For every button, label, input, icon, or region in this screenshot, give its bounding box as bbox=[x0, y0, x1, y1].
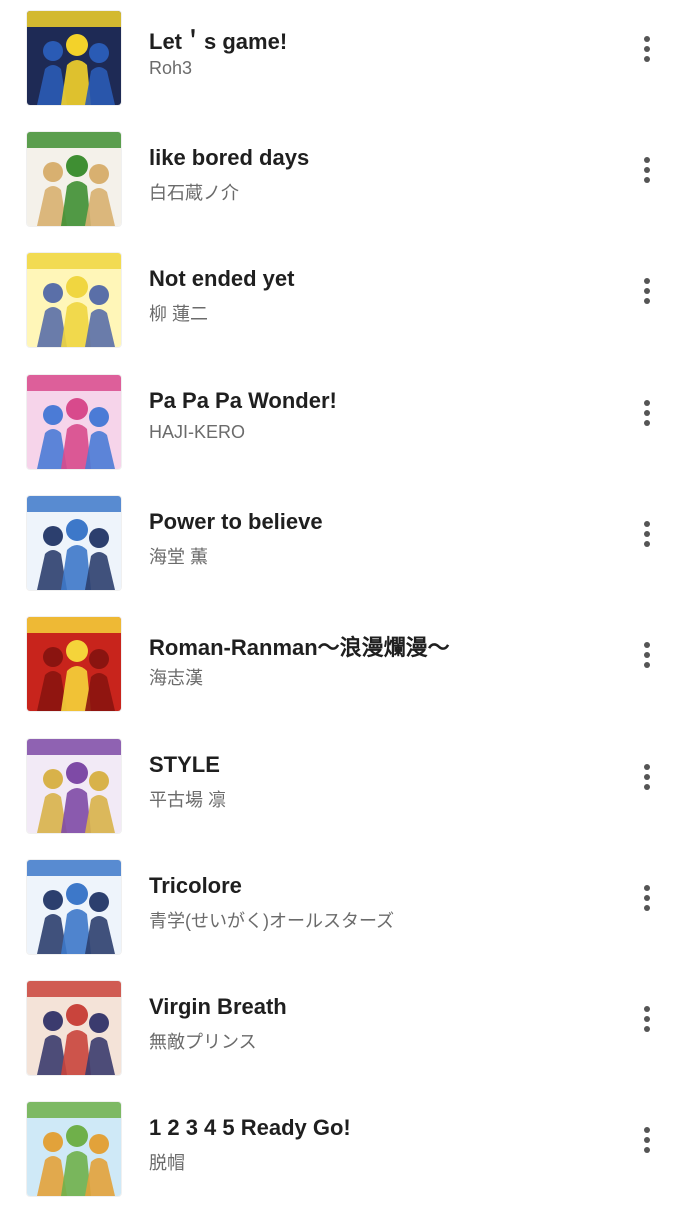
album-art bbox=[27, 253, 121, 347]
song-row[interactable]: Tricolore 青学(せいがく)オールスターズ bbox=[0, 849, 694, 970]
more-vert-icon[interactable] bbox=[632, 1004, 662, 1034]
song-title: Virgin Breath bbox=[149, 994, 287, 1019]
album-art bbox=[27, 1102, 121, 1196]
album-art bbox=[27, 11, 121, 105]
album-art bbox=[27, 981, 121, 1075]
song-title: Let＇s game! bbox=[149, 29, 288, 54]
song-list: Let＇s game! Roh3 like bored days 白石蔵ノ介 N… bbox=[0, 0, 694, 1200]
more-vert-icon[interactable] bbox=[632, 883, 662, 913]
album-art bbox=[27, 739, 121, 833]
song-artist: 無敵プリンス bbox=[149, 1032, 257, 1052]
song-title: STYLE bbox=[149, 752, 220, 777]
more-vert-icon[interactable] bbox=[632, 276, 662, 306]
more-vert-icon[interactable] bbox=[632, 34, 662, 64]
more-vert-icon[interactable] bbox=[632, 1125, 662, 1155]
song-title: 1 2 3 4 5 Ready Go! bbox=[149, 1115, 351, 1140]
song-title: Power to believe bbox=[149, 509, 323, 534]
album-art bbox=[27, 496, 121, 590]
album-art bbox=[27, 132, 121, 226]
album-art bbox=[27, 617, 121, 711]
song-title: Not ended yet bbox=[149, 266, 295, 291]
more-vert-icon[interactable] bbox=[632, 762, 662, 792]
more-vert-icon[interactable] bbox=[632, 519, 662, 549]
more-vert-icon[interactable] bbox=[632, 155, 662, 185]
song-row[interactable]: 1 2 3 4 5 Ready Go! 脱帽 bbox=[0, 1091, 694, 1212]
song-artist: 青学(せいがく)オールスターズ bbox=[149, 911, 395, 931]
song-artist: 白石蔵ノ介 bbox=[149, 183, 239, 203]
song-row[interactable]: Power to believe 海堂 薫 bbox=[0, 485, 694, 606]
song-row[interactable]: Virgin Breath 無敵プリンス bbox=[0, 970, 694, 1091]
song-title: like bored days bbox=[149, 145, 310, 170]
song-artist: 柳 蓮二 bbox=[149, 304, 209, 324]
song-row[interactable]: Roman-Ranman～浪漫爛漫～ 海志漢 bbox=[0, 606, 694, 727]
song-row[interactable]: STYLE 平古場 凛 bbox=[0, 728, 694, 849]
song-artist: 脱帽 bbox=[149, 1153, 185, 1173]
song-artist: 平古場 凛 bbox=[149, 790, 227, 810]
song-title: Pa Pa Pa Wonder! bbox=[149, 388, 337, 413]
more-vert-icon[interactable] bbox=[632, 398, 662, 428]
song-row[interactable]: like bored days 白石蔵ノ介 bbox=[0, 121, 694, 242]
song-row[interactable]: Let＇s game! Roh3 bbox=[0, 0, 694, 121]
song-artist: 海志漢 bbox=[149, 668, 203, 688]
album-art bbox=[27, 375, 121, 469]
song-title: Tricolore bbox=[149, 873, 242, 898]
song-title: Roman-Ranman～浪漫爛漫～ bbox=[149, 635, 450, 660]
song-artist: Roh3 bbox=[149, 58, 193, 78]
song-row[interactable]: Not ended yet 柳 蓮二 bbox=[0, 242, 694, 363]
song-artist: HAJI-KERO bbox=[149, 422, 246, 442]
song-row[interactable]: Pa Pa Pa Wonder! HAJI-KERO bbox=[0, 364, 694, 485]
album-art bbox=[27, 860, 121, 954]
song-artist: 海堂 薫 bbox=[149, 547, 209, 567]
more-vert-icon[interactable] bbox=[632, 640, 662, 670]
